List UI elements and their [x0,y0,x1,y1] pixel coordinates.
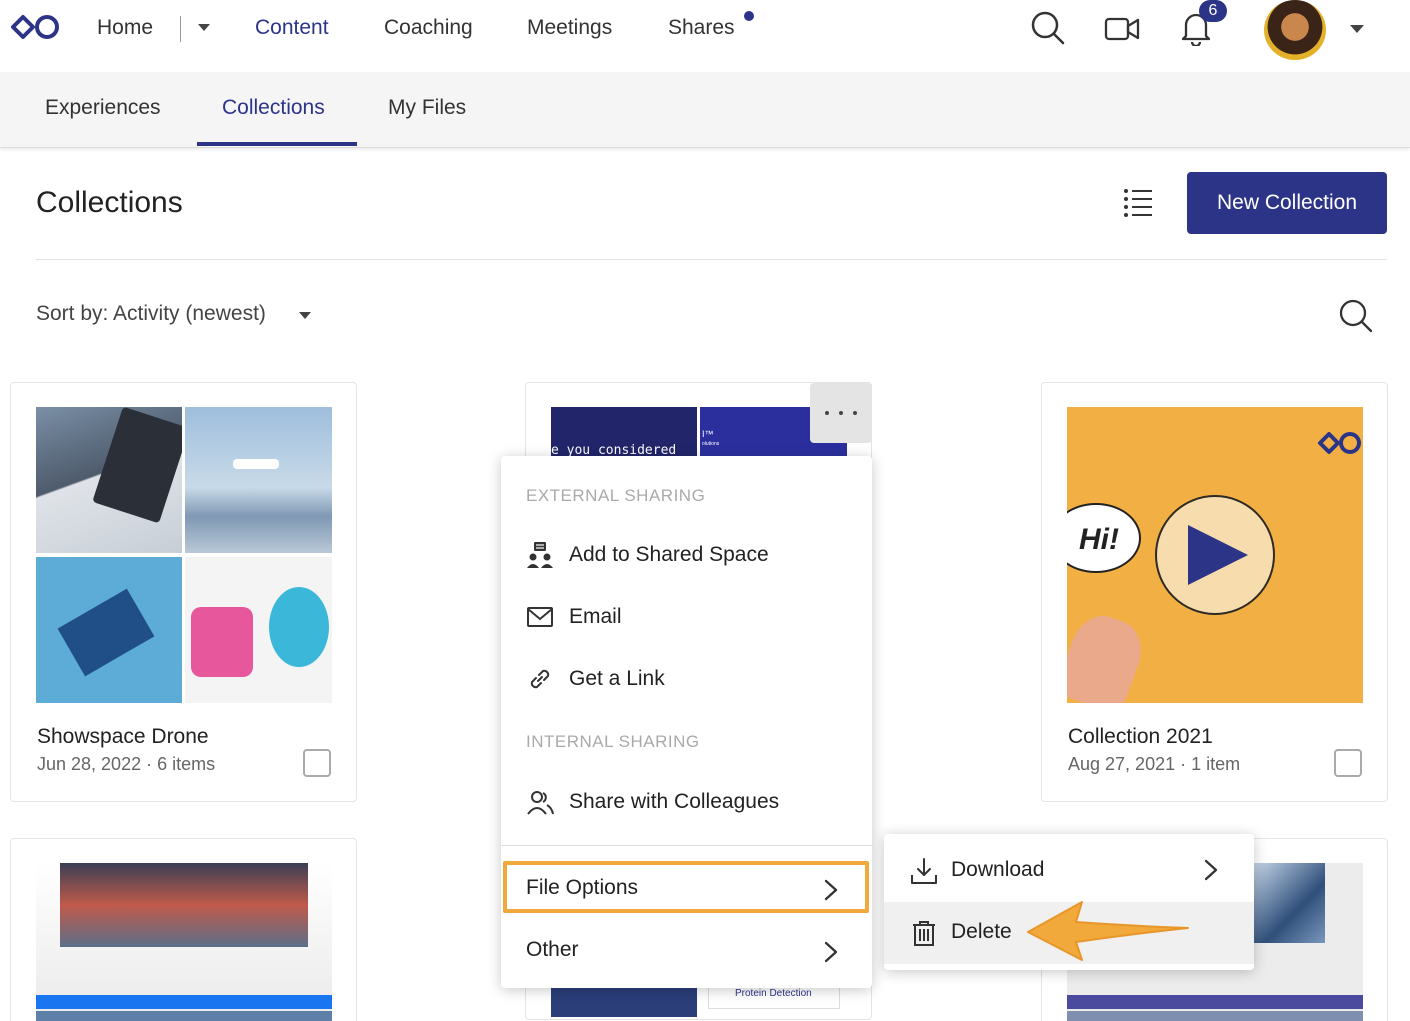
active-tab-underline [197,142,357,146]
menu-item-label: Share with Colleagues [569,790,780,813]
collection-card[interactable] [10,838,357,1021]
top-navigation: Home Content Coaching Meetings Shares 6 [0,0,1410,72]
play-icon[interactable] [1153,493,1277,617]
avatar[interactable] [1264,0,1326,60]
nav-content[interactable]: Content [255,16,329,40]
nav-separator [180,16,181,42]
list-view-icon[interactable] [1122,188,1154,218]
sub-navigation: Experiences Collections My Files [0,72,1410,148]
search-icon[interactable] [1030,10,1066,46]
tab-experiences[interactable]: Experiences [45,96,161,120]
thumbnail-video: Hi! [1067,407,1363,703]
tab-collections[interactable]: Collections [222,96,325,120]
nav-shares[interactable]: Shares [668,16,735,40]
logo-icon [1318,432,1361,454]
trash-icon [913,921,935,946]
notification-badge: 6 [1199,0,1227,22]
menu-item-label: Delete [951,920,1012,943]
sort-caret-icon[interactable] [299,312,311,319]
thumbnail-drone [185,407,332,553]
card-meta: Aug 27, 2021 · 1 item [1068,754,1241,774]
collection-card[interactable]: Hi! Collection 2021 Aug 27, 2021 · 1 ite… [1041,382,1388,802]
menu-divider [501,845,872,846]
collection-search-icon[interactable] [1338,298,1374,334]
thumbnail-arduino [36,557,182,703]
card-title[interactable]: Showspace Drone [37,725,209,749]
thumbnail-photo [551,987,697,1017]
card-title[interactable]: Collection 2021 [1068,725,1213,749]
chevron-right-icon [1204,859,1218,881]
profile-dropdown-caret[interactable] [1350,25,1364,33]
thumbnail-document: Protein Detection [708,987,840,1009]
sort-dropdown[interactable]: Sort by: Activity (newest) [36,302,266,326]
shared-space-icon [527,542,553,568]
file-options-highlight [503,861,869,913]
card-meta: Jun 28, 2022 · 6 items [37,754,216,774]
download-icon [911,858,937,884]
hi-bubble-text: Hi! [1079,523,1119,556]
menu-item-label: Email [569,605,622,628]
select-checkbox[interactable] [303,749,331,777]
home-dropdown-caret[interactable] [198,24,210,31]
email-icon [527,607,553,627]
thumbnail-presentation: e you considered [551,407,697,459]
thumbnail-store [36,863,332,1021]
tab-my-files[interactable]: My Files [388,96,466,120]
menu-item-label: Get a Link [569,667,665,690]
annotation-arrow-icon [1027,901,1189,961]
nav-meetings[interactable]: Meetings [527,16,612,40]
video-camera-icon[interactable] [1104,14,1140,44]
external-sharing-heading: EXTERNAL SHARING [526,486,706,505]
get-link-item[interactable]: Get a Link [526,663,846,695]
internal-sharing-heading: INTERNAL SHARING [526,732,700,751]
more-options-button[interactable] [810,383,872,443]
collection-card[interactable]: Showspace Drone Jun 28, 2022 · 6 items [10,382,357,802]
menu-item-label: Add to Shared Space [569,543,769,566]
menu-item-label: Download [951,858,1045,881]
other-item[interactable]: Other [501,926,872,978]
page-title: Collections [36,186,183,219]
nav-coaching[interactable]: Coaching [384,16,473,40]
header-divider [36,259,1387,260]
add-to-shared-space-item[interactable]: Add to Shared Space [526,539,846,571]
download-item[interactable]: Download [884,840,1254,902]
thumbnail-text: Protein Detection [735,988,812,999]
select-checkbox[interactable] [1334,749,1362,777]
menu-item-label: Other [526,938,579,961]
link-icon [530,669,550,689]
chevron-right-icon [824,941,838,963]
nav-home[interactable]: Home [97,16,153,40]
email-item[interactable]: Email [526,601,846,633]
thumbnail-tablet [36,407,182,553]
thumbnail-text: olutions [702,441,720,447]
thumbnail-motor [185,557,332,703]
shares-indicator-dot [744,11,754,21]
logo-icon[interactable] [10,12,62,42]
share-with-colleagues-item[interactable]: Share with Colleagues [526,786,846,818]
thumbnail-text: I™ [702,429,714,439]
new-collection-button[interactable]: New Collection [1187,172,1387,234]
colleagues-icon [527,791,554,815]
